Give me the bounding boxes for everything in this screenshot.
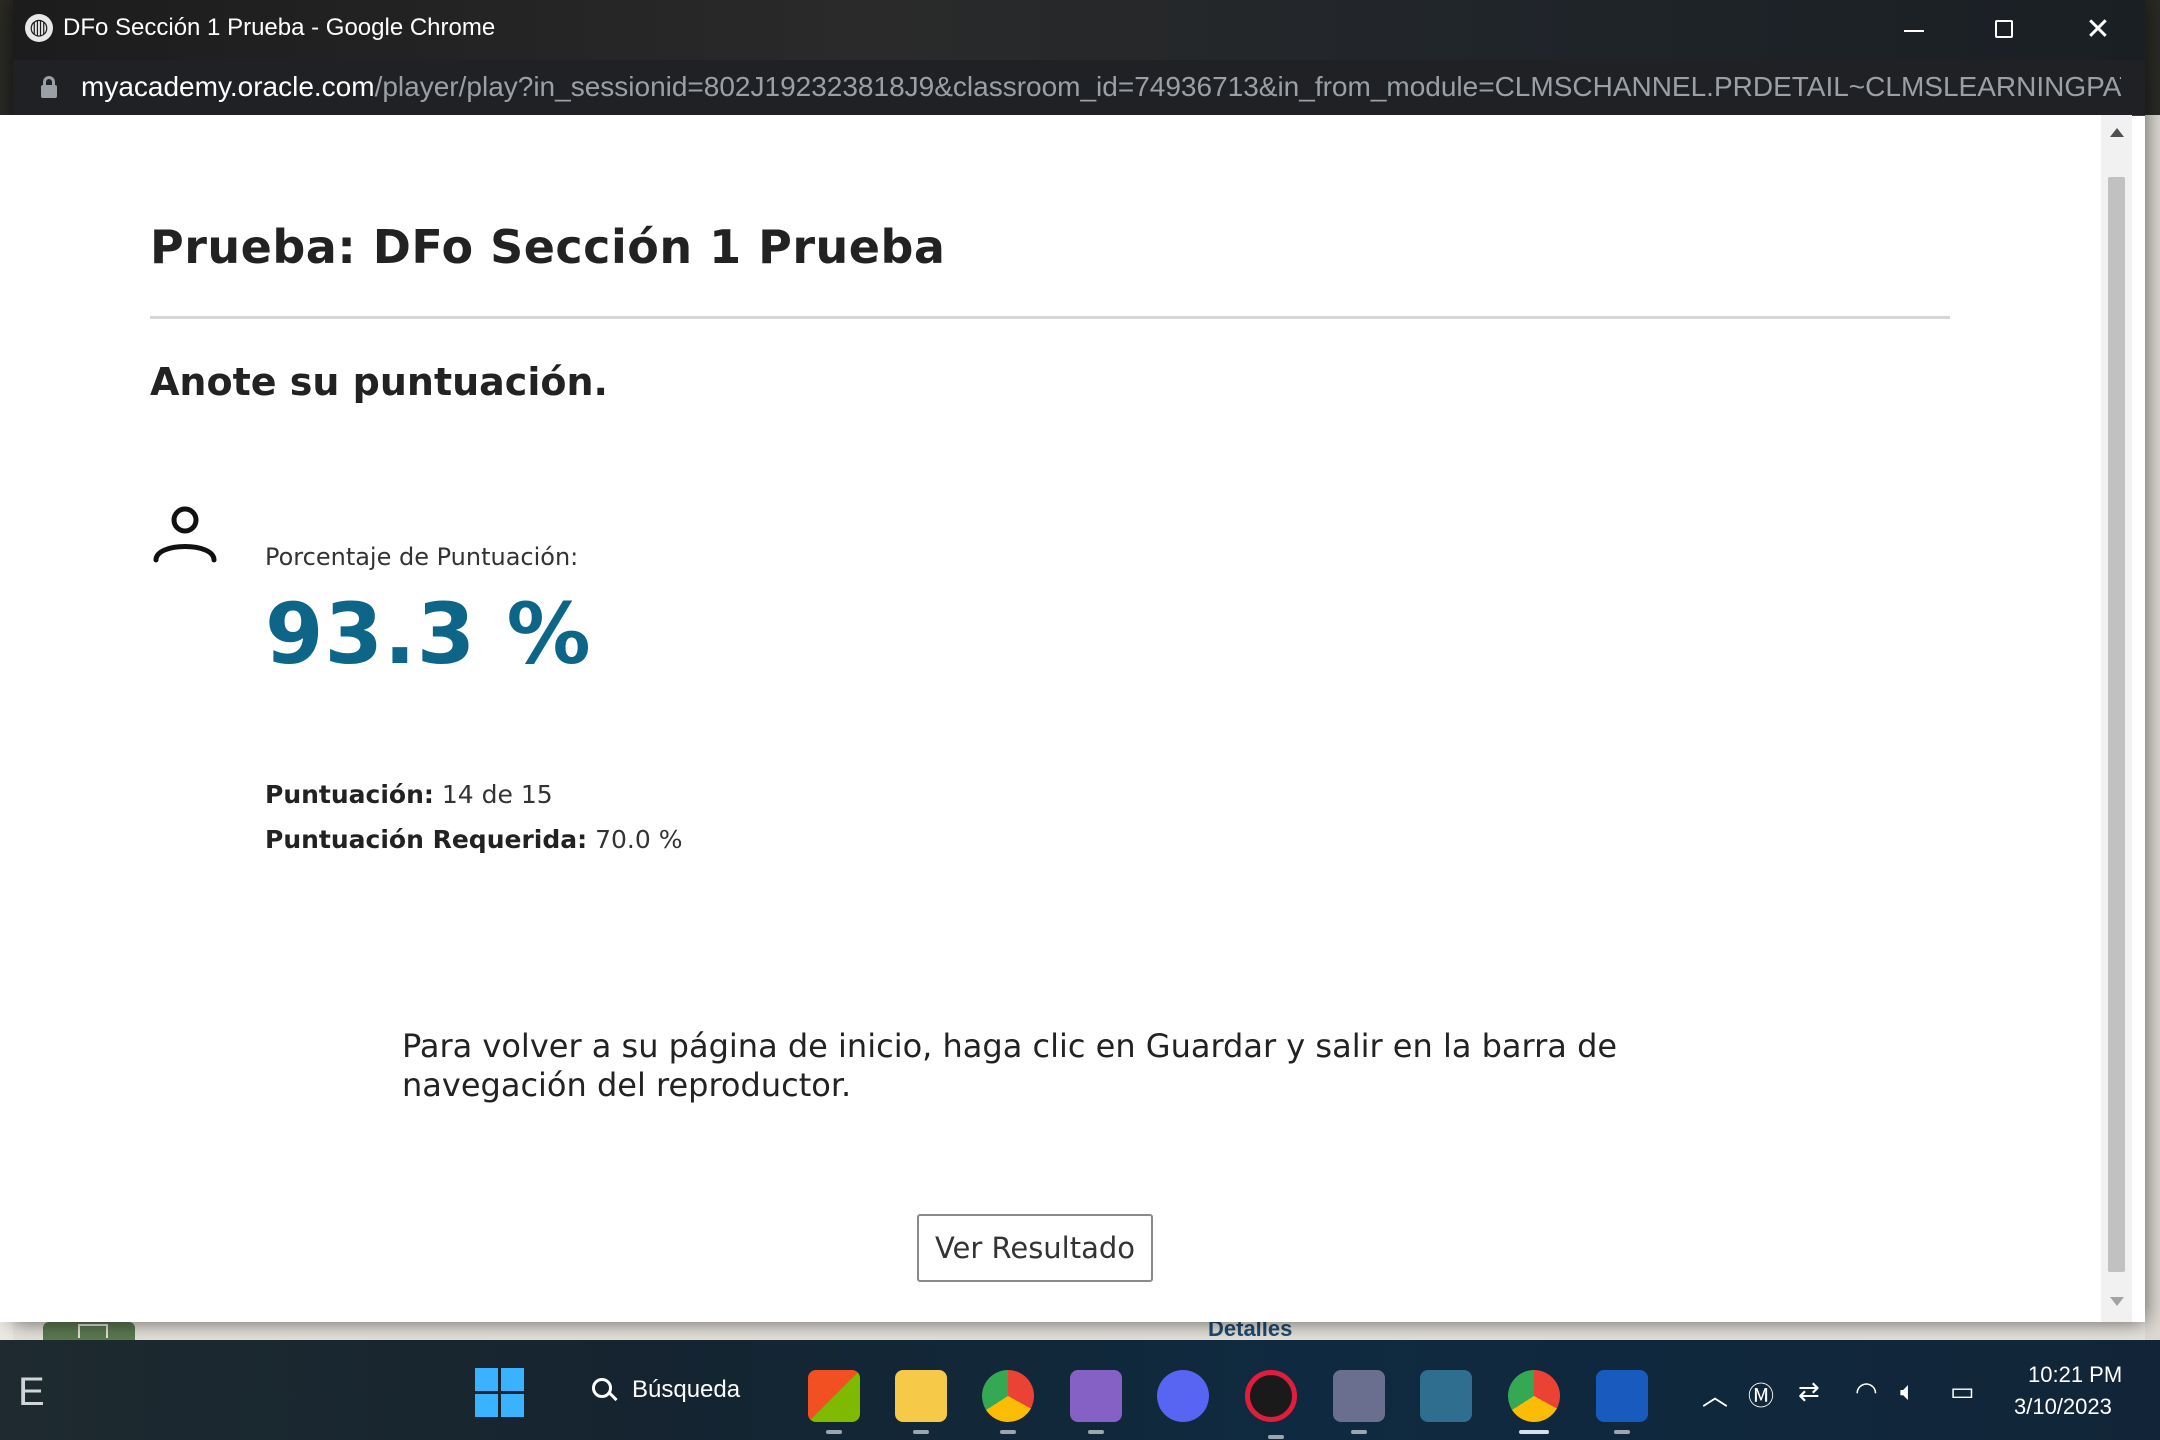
clock-time[interactable]: 10:21 PM xyxy=(2028,1362,2122,1388)
taskbar-search[interactable]: Búsqueda xyxy=(632,1376,740,1404)
score-percentage-value: 93.3 % xyxy=(265,585,592,683)
required-score-label: Puntuación Requerida: xyxy=(265,825,588,854)
required-score-line: Puntuación Requerida: 70.0 % xyxy=(265,825,682,854)
desktop-edge-glyph: E xyxy=(18,1370,45,1414)
file-explorer-icon[interactable] xyxy=(895,1370,947,1434)
taskbar: E Búsqueda ︿ Ⓜ ⇄ ◠ 🔈︎ ▭ 10:21 PM 3/10/20… xyxy=(0,1340,2160,1440)
chrome-active-icon[interactable] xyxy=(1508,1370,1560,1434)
windows-start-icon[interactable] xyxy=(475,1368,525,1418)
volume-icon[interactable]: 🔈︎ xyxy=(1900,1376,1916,1408)
opera-icon[interactable] xyxy=(1245,1370,1297,1439)
return-instructions: Para volver a su página de inicio, haga … xyxy=(402,1027,1618,1104)
title-divider xyxy=(150,316,1950,319)
url-text[interactable]: myacademy.oracle.com/player/play?in_sess… xyxy=(81,71,2121,103)
background-window-right-edge xyxy=(2145,115,2160,1340)
address-bar[interactable]: myacademy.oracle.com/player/play?in_sess… xyxy=(13,60,2145,116)
app-tray-icon[interactable]: Ⓜ xyxy=(1748,1376,1774,1413)
score-line-value: 14 de 15 xyxy=(441,780,553,809)
toggle-icon[interactable]: ⇄ xyxy=(1798,1376,1820,1407)
battery-icon[interactable]: ▭ xyxy=(1950,1376,1975,1407)
url-path: /player/play?in_sessionid=802J192323818J… xyxy=(374,71,2121,102)
visual-studio-icon[interactable] xyxy=(1070,1370,1122,1434)
user-icon xyxy=(153,506,217,563)
page-scrollbar[interactable] xyxy=(2101,115,2132,1322)
score-percentage-label: Porcentaje de Puntuación: xyxy=(265,543,579,571)
score-line-label: Puntuación: xyxy=(265,780,434,809)
title-bar[interactable]: ◍ DFo Sección 1 Prueba - Google Chrome ✕ xyxy=(13,0,2145,60)
scroll-down-icon[interactable] xyxy=(2110,1297,2124,1306)
globe-icon: ◍ xyxy=(25,14,53,42)
wifi-icon[interactable]: ◠ xyxy=(1855,1376,1878,1407)
scroll-up-icon[interactable] xyxy=(2110,128,2124,137)
app-icon[interactable] xyxy=(1333,1370,1385,1434)
page-title: Prueba: DFo Sección 1 Prueba xyxy=(150,220,946,274)
book-icon xyxy=(78,1324,108,1338)
lock-icon[interactable] xyxy=(41,76,57,98)
background-window-bottom: Detalles xyxy=(13,1322,2145,1340)
maximize-icon xyxy=(1995,20,2013,38)
maximize-button[interactable] xyxy=(1959,0,2049,60)
word-icon[interactable] xyxy=(1596,1370,1648,1434)
chevron-up-icon[interactable]: ︿ xyxy=(1702,1376,1728,1413)
window-title: DFo Sección 1 Prueba - Google Chrome xyxy=(63,14,496,41)
url-host: myacademy.oracle.com xyxy=(81,71,375,102)
minimize-button[interactable] xyxy=(1869,0,1959,60)
page-subtitle: Anote su puntuación. xyxy=(150,360,608,404)
required-score-value: 70.0 % xyxy=(595,825,683,854)
close-button[interactable]: ✕ xyxy=(2053,0,2143,60)
quiz-result-page: Prueba: DFo Sección 1 Prueba Anote su pu… xyxy=(0,115,2101,1322)
background-details-link: Detalles xyxy=(1208,1322,1293,1340)
clock-date[interactable]: 3/10/2023 xyxy=(2014,1394,2112,1420)
score-line: Puntuación: 14 de 15 xyxy=(265,780,553,809)
view-result-button[interactable]: Ver Resultado xyxy=(917,1214,1153,1282)
minimize-icon xyxy=(1904,30,1924,32)
chrome-icon[interactable] xyxy=(982,1370,1034,1434)
mysql-workbench-icon[interactable] xyxy=(1420,1370,1472,1422)
scrollbar-thumb[interactable] xyxy=(2108,177,2125,1272)
microsoft-store-icon[interactable] xyxy=(808,1370,860,1434)
close-icon: ✕ xyxy=(2085,12,2111,47)
discord-icon[interactable] xyxy=(1157,1370,1209,1422)
